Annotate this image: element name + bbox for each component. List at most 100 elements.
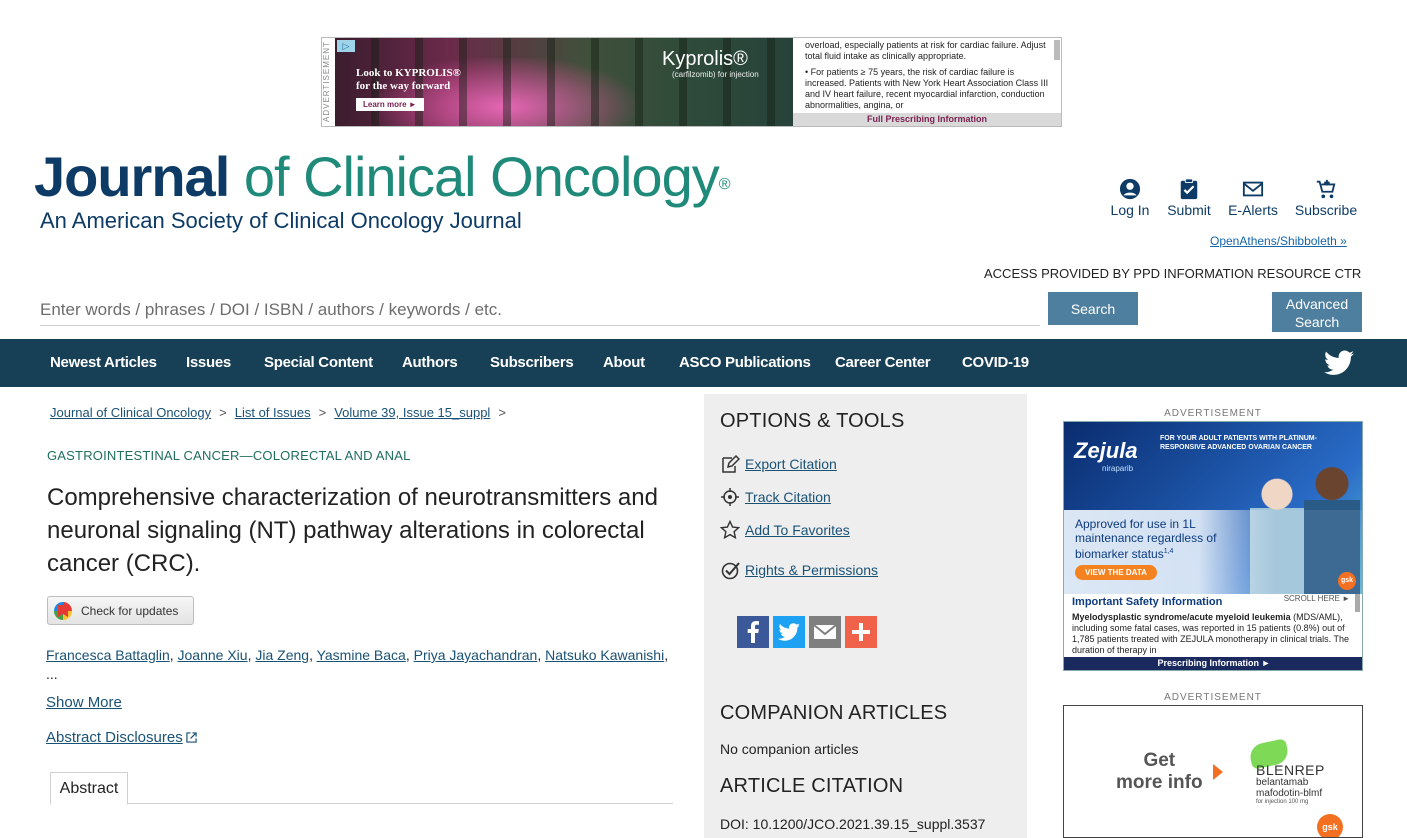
zejula-isi-bold: Myelodysplastic syndrome/acute myeloid l…	[1072, 612, 1291, 622]
authors-ellipsis: ...	[46, 666, 58, 682]
ad-isi-text-1: overload, especially patients at risk fo…	[805, 40, 1046, 61]
ad-brand-logo: Kyprolis®	[662, 48, 748, 70]
top-advertisement[interactable]: ADVERTISEMENT ▷ Look to KYPROLIS® for th…	[321, 37, 1062, 127]
zejula-scrollbar[interactable]	[1355, 594, 1360, 612]
nav-subscribers[interactable]: Subscribers	[490, 339, 574, 387]
external-link-icon	[186, 732, 197, 743]
openathens-link[interactable]: OpenAthens/Shibboleth »	[1210, 234, 1347, 248]
blenrep-get-more-info[interactable]: Get more info	[1116, 750, 1203, 794]
zejula-logo: Zejula	[1074, 438, 1138, 463]
track-citation-item[interactable]: Track Citation	[720, 487, 831, 507]
subscribe-link[interactable]: Subscribe	[1292, 178, 1360, 218]
add-to-favorites-link[interactable]: Add To Favorites	[745, 522, 850, 538]
ad-scrollbar[interactable]	[1054, 40, 1060, 60]
blenrep-get-line1: Get	[1143, 750, 1176, 771]
export-citation-item[interactable]: Export Citation	[720, 454, 837, 474]
add-to-favorites-item[interactable]: Add To Favorites	[720, 520, 850, 540]
author-link[interactable]: Francesca Battaglin	[46, 647, 170, 663]
nav-authors[interactable]: Authors	[402, 339, 458, 387]
edit-icon	[722, 454, 740, 473]
author-link[interactable]: Jia Zeng	[255, 647, 309, 663]
nav-special-content[interactable]: Special Content	[264, 339, 373, 387]
author-link[interactable]: Joanne Xiu	[178, 647, 248, 663]
ad-learn-more-button[interactable]: Learn more ►	[356, 98, 424, 111]
search-button[interactable]: Search	[1048, 292, 1138, 325]
logo-subtitle: An American Society of Clinical Oncology…	[40, 208, 522, 233]
rights-permissions-item[interactable]: Rights & Permissions	[720, 560, 878, 580]
abstract-disclosures-link[interactable]: Abstract Disclosures	[46, 729, 197, 746]
subscribe-label: Subscribe	[1294, 202, 1358, 218]
arrow-right-icon	[1213, 764, 1223, 780]
options-tools-heading: OPTIONS & TOOLS	[720, 410, 905, 432]
breadcrumb-volume[interactable]: Volume 39, Issue 15_suppl	[334, 405, 490, 420]
zejula-scroll-hint: SCROLL HERE ►	[1283, 594, 1350, 603]
login-label: Log In	[1110, 202, 1150, 218]
ad-vertical-label: ADVERTISEMENT	[322, 41, 331, 123]
tab-abstract[interactable]: Abstract	[50, 772, 128, 805]
journal-logo[interactable]: Journal of Clinical Oncology®	[34, 146, 730, 208]
facebook-icon[interactable]	[737, 616, 769, 648]
ad-headline-line2: for the way forward	[356, 80, 451, 92]
zejula-advertisement[interactable]: Zejula niraparib FOR YOUR ADULT PATIENTS…	[1063, 421, 1363, 671]
breadcrumb-sep: >	[318, 405, 327, 420]
login-link[interactable]: Log In	[1108, 178, 1152, 218]
advanced-search-line1: Advanced	[1285, 296, 1349, 312]
nav-covid-19[interactable]: COVID-19	[962, 339, 1029, 387]
adchoices-icon[interactable]: ▷	[337, 40, 355, 52]
ad-label: ADVERTISEMENT	[1164, 692, 1262, 703]
advanced-search-button[interactable]: Advanced Search	[1272, 292, 1362, 332]
gsk-logo: gsk	[1317, 814, 1343, 837]
star-icon	[720, 520, 740, 540]
zejula-isi-text[interactable]: Myelodysplastic syndrome/acute myeloid l…	[1072, 612, 1352, 658]
breadcrumb-sep: >	[498, 405, 506, 420]
zejula-isi-heading: Important Safety Information	[1072, 596, 1223, 608]
ealerts-label: E-Alerts	[1228, 202, 1278, 218]
check-circle-icon	[721, 562, 740, 580]
email-share-icon[interactable]	[809, 616, 841, 648]
check-for-updates-button[interactable]: Check for updates	[47, 596, 194, 625]
search-input[interactable]	[40, 294, 1040, 326]
ealerts-link[interactable]: E-Alerts	[1226, 178, 1280, 218]
article-citation-heading: ARTICLE CITATION	[720, 775, 904, 797]
zejula-logo-sub: niraparib	[1102, 464, 1134, 473]
zejula-approved-label: Approved for use in 1L maintenance regar…	[1075, 517, 1217, 561]
show-more-authors-link[interactable]: Show More	[46, 694, 122, 711]
zejula-view-data-button[interactable]: VIEW THE DATA	[1075, 565, 1157, 580]
check-updates-label: Check for updates	[81, 604, 179, 618]
author-link[interactable]: Natsuko Kawanishi	[545, 647, 664, 663]
author-link[interactable]: Yasmine Baca	[317, 647, 406, 663]
envelope-icon	[1242, 181, 1264, 197]
nav-career-center[interactable]: Career Center	[835, 339, 931, 387]
plus-share-icon[interactable]	[845, 616, 877, 648]
rights-permissions-link[interactable]: Rights & Permissions	[745, 562, 878, 578]
blenrep-advertisement[interactable]: Get more info BLENREP belantamab mafodot…	[1063, 705, 1363, 838]
advanced-search-line2: Search	[1294, 314, 1340, 330]
blenrep-get-line2: more info	[1116, 772, 1203, 793]
zejula-prescribing-info-link[interactable]: Prescribing Information ►	[1064, 657, 1362, 670]
logo-rest: of Clinical Oncology	[229, 145, 720, 208]
zejula-approved-sup: 1,4	[1163, 548, 1174, 555]
track-citation-link[interactable]: Track Citation	[745, 489, 831, 505]
export-citation-link[interactable]: Export Citation	[745, 456, 837, 472]
crossmark-icon	[54, 602, 72, 620]
zejula-approved-text: Approved for use in 1L maintenance regar…	[1075, 517, 1225, 561]
submit-link[interactable]: Submit	[1164, 178, 1214, 218]
nav-issues[interactable]: Issues	[186, 339, 231, 387]
article-title: Comprehensive characterization of neurot…	[47, 484, 658, 577]
target-icon	[721, 488, 739, 506]
author-link[interactable]: Priya Jayachandran	[414, 647, 538, 663]
breadcrumb-list-of-issues[interactable]: List of Issues	[235, 405, 311, 420]
ad-headline: Look to KYPROLIS® for the way forward	[356, 67, 461, 93]
clipboard-check-icon	[1180, 178, 1198, 200]
nav-about[interactable]: About	[603, 339, 645, 387]
nav-asco-publications[interactable]: ASCO Publications	[679, 339, 811, 387]
twitter-share-icon[interactable]	[773, 616, 805, 648]
cart-icon	[1316, 179, 1336, 199]
breadcrumb-journal[interactable]: Journal of Clinical Oncology	[50, 405, 211, 420]
nav-newest-articles[interactable]: Newest Articles	[50, 339, 157, 387]
article-section-label: GASTROINTESTINAL CANCER—COLORECTAL AND A…	[47, 448, 411, 463]
twitter-bird-icon[interactable]	[1324, 350, 1354, 376]
breadcrumb: Journal of Clinical Oncology > List of Iss…	[50, 405, 514, 420]
blenrep-sub-line1: belantamab	[1256, 777, 1309, 788]
ad-prescribing-info-link[interactable]: Full Prescribing Information	[793, 113, 1061, 126]
